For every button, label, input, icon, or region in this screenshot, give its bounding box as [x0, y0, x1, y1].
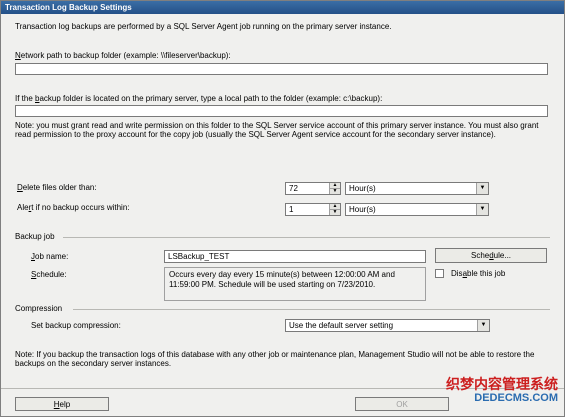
alert-label: Alert if no backup occurs within: [17, 203, 130, 212]
compression-value: Use the default server setting [289, 321, 394, 330]
schedule-label: Schedule: [31, 270, 67, 279]
schedule-button[interactable]: Schedule... [435, 248, 547, 263]
chevron-down-icon[interactable]: ▼ [476, 183, 488, 194]
delete-files-spinner[interactable]: 72 ▲ ▼ [285, 182, 341, 195]
watermark-line1: 织梦内容管理系统 [446, 376, 558, 392]
local-path-label: If the backup folder is located on the p… [15, 94, 383, 103]
delete-files-unit-select[interactable]: Hour(s) ▼ [345, 182, 489, 195]
spin-down-icon[interactable]: ▼ [330, 210, 340, 215]
bottom-note: Note: If you backup the transaction logs… [15, 350, 535, 368]
disable-job-label: Disable this job [451, 269, 506, 278]
site-watermark: 织梦内容管理系统 DEDECMS.COM [446, 376, 558, 405]
help-button[interactable]: Help [15, 397, 109, 411]
compression-select[interactable]: Use the default server setting ▼ [285, 319, 490, 332]
spinner-arrows: ▲ ▼ [329, 204, 340, 215]
alert-unit-select[interactable]: Hour(s) ▼ [345, 203, 489, 216]
network-path-label: Network path to backup folder (example: … [15, 51, 231, 60]
delete-files-unit: Hour(s) [349, 184, 376, 193]
chevron-down-icon[interactable]: ▼ [477, 320, 489, 331]
intro-text: Transaction log backups are performed by… [15, 22, 392, 31]
job-name-label: Job name: [31, 252, 69, 261]
window-title: Transaction Log Backup Settings [5, 3, 132, 12]
watermark-line2: DEDECMS.COM [474, 392, 558, 404]
ok-button[interactable]: OK [355, 397, 449, 411]
local-path-input[interactable] [15, 105, 548, 117]
disable-job-checkbox[interactable] [435, 269, 444, 278]
delete-files-label: Delete files older than: [17, 183, 97, 192]
job-name-input[interactable] [164, 250, 426, 263]
network-path-input[interactable] [15, 63, 548, 75]
dialog-window: Transaction Log Backup Settings Transact… [0, 0, 565, 417]
compression-divider [73, 309, 550, 310]
compression-label: Set backup compression: [31, 321, 121, 330]
alert-value: 1 [289, 205, 294, 214]
spin-down-icon[interactable]: ▼ [330, 189, 340, 194]
backup-job-heading: Backup job [15, 232, 55, 241]
title-bar[interactable]: Transaction Log Backup Settings [1, 1, 564, 14]
delete-files-value: 72 [289, 184, 298, 193]
permissions-note: Note: you must grant read and write perm… [15, 121, 539, 139]
compression-heading: Compression [15, 304, 63, 313]
alert-unit: Hour(s) [349, 205, 376, 214]
alert-spinner[interactable]: 1 ▲ ▼ [285, 203, 341, 216]
spinner-arrows: ▲ ▼ [329, 183, 340, 194]
schedule-description: Occurs every day every 15 minute(s) betw… [164, 267, 426, 301]
backup-job-divider [63, 237, 550, 238]
chevron-down-icon[interactable]: ▼ [476, 204, 488, 215]
